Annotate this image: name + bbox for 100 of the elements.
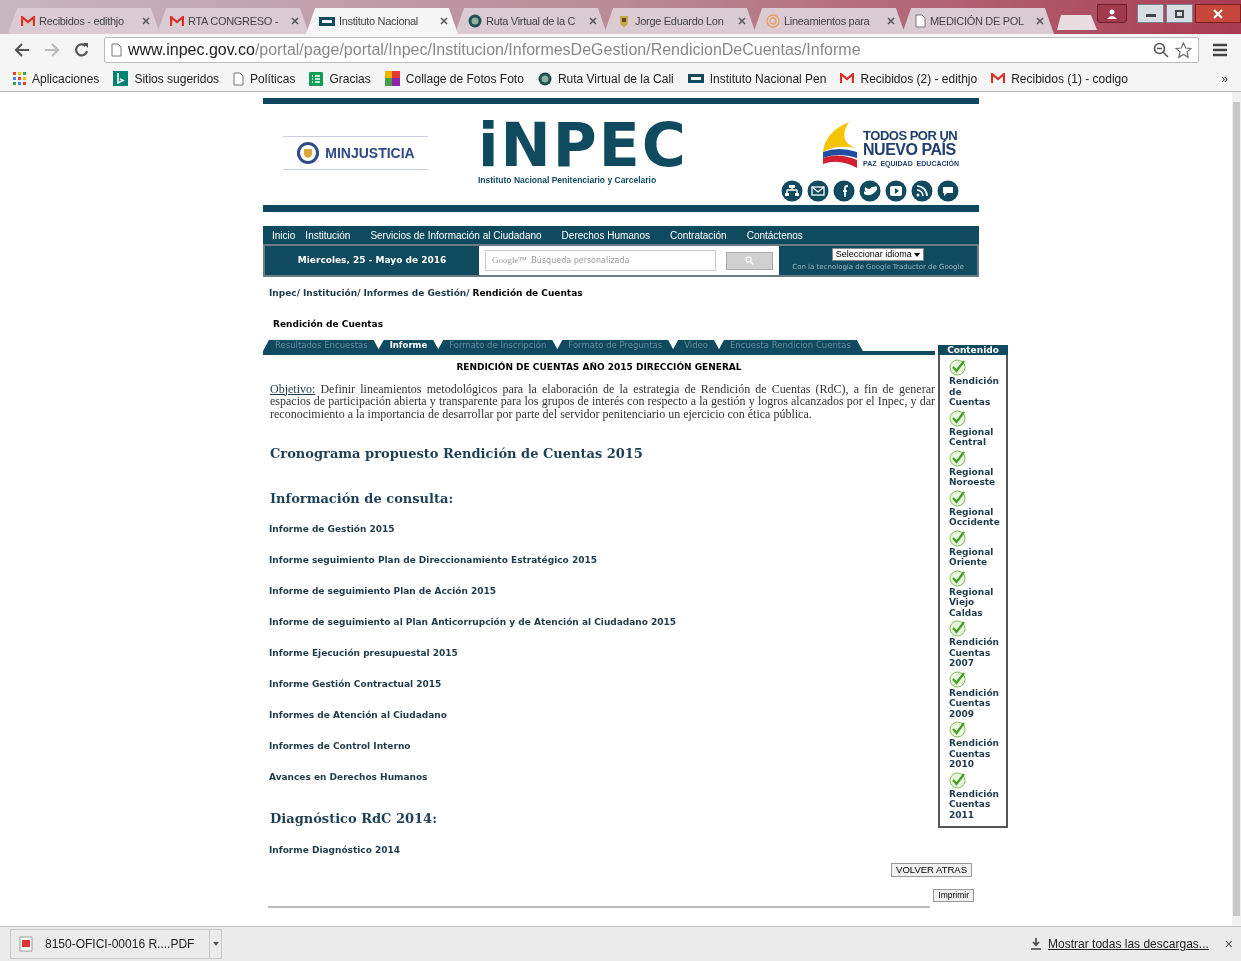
section-title[interactable]: Cronograma propuesto Rendición de Cuentas 2015	[270, 444, 935, 464]
video-icon[interactable]	[885, 180, 907, 202]
section-heading: RENDICIÓN DE CUENTAS AÑO 2015 DIRECCIÓN GENERAL	[455, 361, 743, 374]
page-title: Rendición de Cuentas	[273, 317, 385, 331]
bookmark[interactable]: Collage de Fotos Foto	[384, 69, 524, 88]
sidebar-link[interactable]: Rendición Cuentas 2011	[949, 788, 1001, 820]
bookmark[interactable]: Recibidos (1) - codigo	[991, 69, 1128, 88]
bookmark[interactable]: Aplicaciones	[13, 69, 100, 88]
breadcrumb-link[interactable]: Institución/	[302, 287, 361, 301]
sitemap-icon[interactable]	[781, 180, 803, 202]
back-button[interactable]: VOLVER ATRAS	[891, 862, 972, 877]
close-icon[interactable]	[142, 17, 150, 25]
breadcrumb-link[interactable]: Inpec/	[269, 287, 300, 301]
new-tab-button[interactable]	[1057, 15, 1097, 30]
sidebar-link[interactable]: Rendición Cuentas 2007	[949, 637, 1001, 669]
address-bar[interactable]: www.inpec.gov.co/portal/page/portal/Inpec/Institucion/InformesDeGestion/RendicionDeCuentas/Informe	[104, 37, 1199, 63]
close-icon[interactable]	[291, 17, 299, 25]
seal-icon	[537, 71, 552, 86]
breadcrumb-link[interactable]: Informes de Gestión/	[363, 287, 470, 301]
inpec-logo[interactable]: iNPEC	[478, 118, 688, 172]
content-tab[interactable]: Informe	[377, 340, 440, 351]
profile-button[interactable]	[1097, 4, 1127, 23]
report-link[interactable]: Informes de Atención al Ciudadano	[269, 710, 447, 720]
nav-link[interactable]: Institución	[305, 227, 351, 243]
document-icon	[233, 71, 245, 86]
tab-title: Recibidos - edithjo	[39, 13, 125, 29]
check-icon	[949, 529, 966, 547]
section-title[interactable]: Diagnóstico RdC 2014:	[270, 809, 935, 829]
nav-link[interactable]: Contratación	[670, 227, 727, 243]
facebook-icon[interactable]	[833, 180, 855, 202]
scrollbar[interactable]	[1232, 92, 1241, 926]
sidebar-link[interactable]: Regional Noroeste	[949, 466, 1001, 488]
print-button[interactable]: Imprimir	[933, 888, 974, 902]
back-icon[interactable]	[14, 43, 30, 57]
reload-icon[interactable]	[74, 42, 90, 58]
close-icon[interactable]	[887, 17, 895, 25]
close-button[interactable]	[1195, 4, 1241, 23]
search-icon	[744, 256, 754, 265]
nav-link[interactable]: Derechos Humanos	[561, 227, 650, 243]
report-link[interactable]: Informe Ejecución presupuestal 2015	[269, 648, 458, 658]
bookmark[interactable]: Recibidos (2) - edithjo	[840, 69, 978, 88]
show-all-downloads-link[interactable]: Mostrar todas las descargas...	[1048, 935, 1209, 953]
section-title[interactable]: Información de consulta:	[270, 488, 935, 508]
language-select[interactable]: Seleccionar idioma	[831, 248, 925, 261]
report-link[interactable]: Informe de seguimiento Plan de Acción 2015	[269, 586, 497, 596]
browser-tab[interactable]: MEDICIÓN DE POL	[902, 8, 1054, 34]
sidebar-link[interactable]: Regional Oriente	[949, 546, 1001, 568]
browser-tab[interactable]: Recibidos - edithjo	[8, 8, 160, 34]
report-link[interactable]: Informe Gestión Contractual 2015	[269, 679, 442, 689]
browser-tab[interactable]: Instituto Nacional	[306, 8, 458, 34]
close-icon[interactable]	[440, 17, 448, 25]
mail-icon	[991, 73, 1006, 84]
browser-tab[interactable]: Lineamientos para	[753, 8, 905, 34]
maximize-button[interactable]	[1166, 4, 1193, 23]
browser-tab[interactable]: Jorge Eduardo Lon	[604, 8, 756, 34]
mail-icon[interactable]	[807, 180, 829, 202]
sidebar-link[interactable]: Rendición Cuentas 2009	[949, 687, 1001, 719]
sidebar-link[interactable]: Regional Central	[949, 426, 1001, 448]
browser-tab[interactable]: Ruta Virtual de la C	[455, 8, 607, 34]
bookmark[interactable]: Ruta Virtual de la Cali	[537, 69, 674, 88]
tab-title: Ruta Virtual de la C	[486, 13, 577, 29]
close-downloads-button[interactable]: ×	[1224, 933, 1233, 955]
sheet-icon	[309, 71, 324, 86]
tab-title: Instituto Nacional	[339, 13, 419, 29]
nav-link[interactable]: Contáctenos	[746, 227, 803, 243]
report-link[interactable]: Informe seguimiento Plan de Direccionamiento Estratégico 2015	[269, 555, 597, 565]
report-link[interactable]: Informe de Gestión 2015	[269, 524, 395, 534]
sidebar-link[interactable]: Regional Occidente	[949, 506, 1001, 528]
report-link[interactable]: Avances en Derechos Humanos	[269, 772, 428, 782]
close-icon[interactable]	[589, 17, 597, 25]
more-bookmarks-button[interactable]: »	[1221, 69, 1228, 88]
ministry-logo[interactable]: MINJUSTICIA	[283, 136, 428, 170]
bookmark[interactable]: Gracias	[309, 69, 371, 88]
minimize-button[interactable]	[1137, 4, 1164, 23]
nav-link[interactable]: Servicios de Información al Ciudadano	[370, 227, 542, 243]
download-menu-button[interactable]	[210, 929, 222, 959]
nav-link[interactable]: Inicio	[272, 227, 296, 243]
logo-icon	[319, 16, 335, 26]
sidebar-link[interactable]: Rendición de Cuentas	[949, 376, 1001, 408]
check-icon	[949, 359, 966, 376]
twitter-icon[interactable]	[859, 180, 881, 202]
menu-icon[interactable]	[1213, 43, 1227, 57]
browser-tab[interactable]: RTA CONGRESO -	[157, 8, 309, 34]
star-icon[interactable]	[1175, 41, 1192, 59]
close-icon[interactable]	[738, 17, 746, 25]
close-icon[interactable]	[1036, 17, 1044, 25]
bookmark[interactable]: Instituto Nacional Pen	[687, 69, 827, 88]
zoom-icon[interactable]	[1153, 42, 1169, 58]
rss-icon[interactable]	[911, 180, 933, 202]
sidebar-link[interactable]: Rendición Cuentas 2010	[949, 738, 1001, 770]
sidebar-link[interactable]: Regional Viejo Caldas	[949, 586, 1001, 618]
bookmark[interactable]: Sitios sugeridos	[113, 69, 220, 88]
bookmark[interactable]: Políticas	[233, 69, 296, 88]
check-icon	[949, 409, 966, 427]
report-link[interactable]: Informe Diagnóstico 2014	[269, 844, 400, 855]
check-icon	[949, 569, 966, 587]
report-link[interactable]: Informe de seguimiento al Plan Anticorrupción y de Atención al Ciudadano 2015	[269, 617, 677, 627]
report-link[interactable]: Informes de Control Interno	[269, 741, 411, 751]
blog-icon[interactable]	[937, 180, 959, 202]
download-item[interactable]: 8150-OFICI-00016 R....PDF	[10, 929, 210, 959]
